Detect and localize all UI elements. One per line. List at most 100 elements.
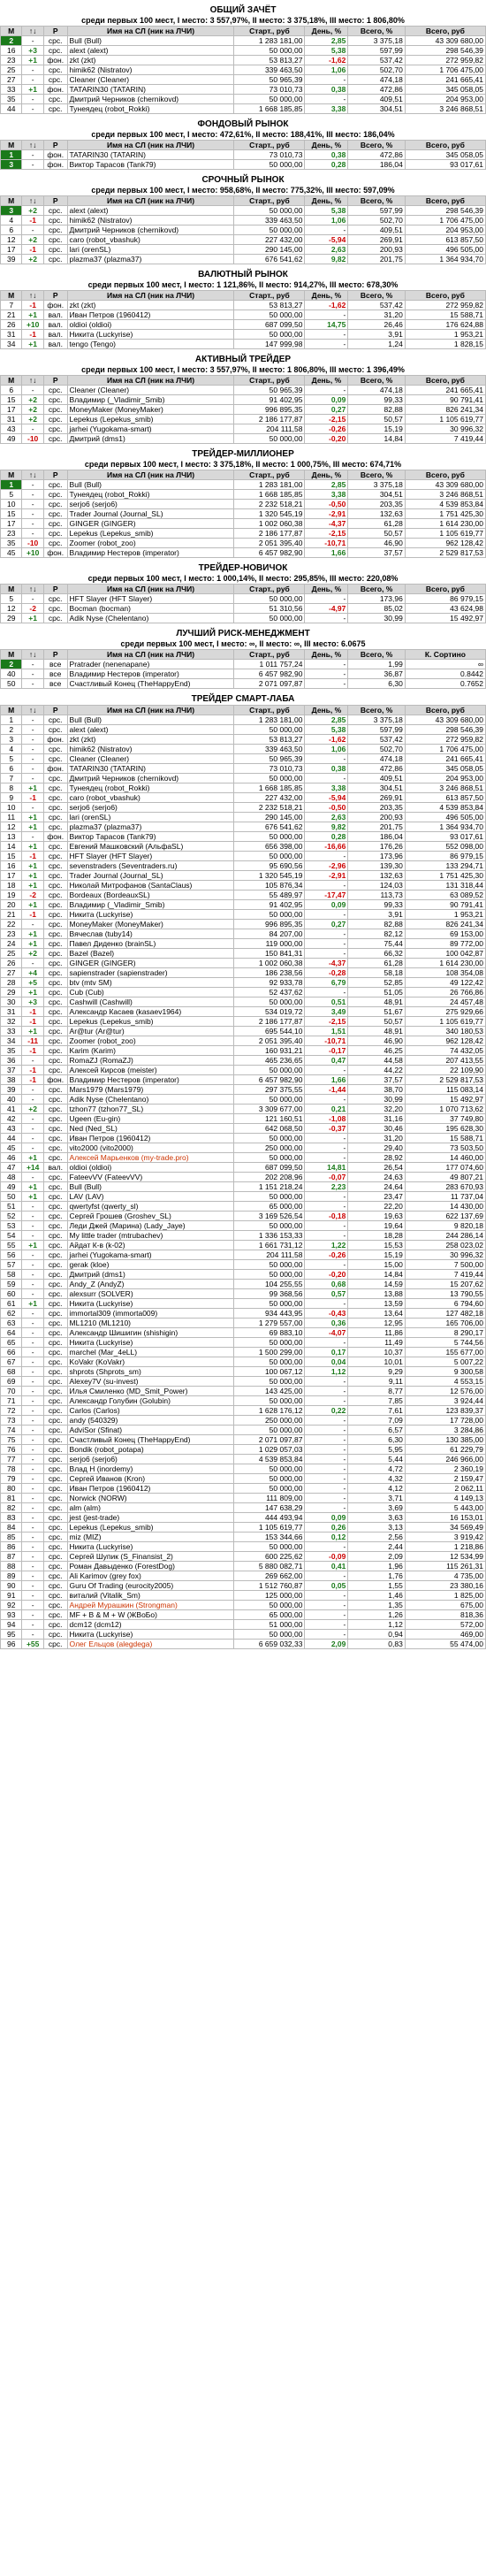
table-row[interactable]: 76- срс. Bondik (robot_potapa) 1 029 057,03… — [0, 1444, 486, 1455]
table-row[interactable]: 83- срс. jest (jest-trade) 444 493,94 0,09 3,… — [0, 1512, 486, 1523]
table-row[interactable]: 42- срс. Ugeen (Eu-gin) 121 160,51 -1,08 31,1… — [0, 1113, 486, 1124]
table-row[interactable]: 36- срс. RomaZJ (RomaZJ) 465 236,65 0,47 44,5… — [0, 1055, 486, 1066]
table-row[interactable]: 92- срс. Андрей Мурашкин (Strongman) 50 000… — [0, 1600, 486, 1610]
table-row[interactable]: 4 -1 срс. himik62 (Nistratov) 339 463,50 1,06… — [0, 215, 486, 225]
table-row[interactable]: 60- срс. alexsurr (SOLVER) 99 368,56 0,57 13,… — [0, 1288, 486, 1299]
table-row[interactable]: 27- срс. Cleaner (Cleaner) 50 965,39-474,18… — [0, 74, 486, 85]
table-row[interactable]: 5- срс. Cleaner (Cleaner) 50 965,39-474,18 2… — [0, 753, 486, 764]
table-row[interactable]: 64- срс. Александр Шишигин (shishigin) 69 8… — [0, 1327, 486, 1338]
table-row[interactable]: 96 +55 срс. Олег Ельцов (alegdega) 6 659 032… — [0, 1639, 486, 1649]
table-row[interactable]: 14 +1 срс. Евгений Машковский (АльфаSL) 656 … — [0, 841, 486, 852]
table-row[interactable]: 17 +2 срс. MoneyMaker (MoneyMaker) 996 895,3… — [0, 404, 486, 415]
table-row[interactable]: 66- срс. marchel (Mar_4eLL) 1 500 299,00 0,1… — [0, 1347, 486, 1357]
table-row[interactable]: 45- срс. vito2000 (vito2000) 250 000,00-29,… — [0, 1143, 486, 1153]
table-row[interactable]: 58- срс. Дмитрий (dms1) 50 000,00 -0,20 14,84… — [0, 1269, 486, 1280]
table-row[interactable]: 25 +2 срс. Bazel (Bazel) 150 841,31-66,32 100… — [0, 948, 486, 959]
table-row[interactable]: 50- все Счастливый Конец (TheHappyEnd) 2 07… — [0, 678, 486, 689]
table-row[interactable]: 56- срс. jarhei (Yugokama-smart) 204 111,58… — [0, 1250, 486, 1260]
table-row[interactable]: 82- срс. alm (alm) 147 638,29-3,69 5 443,00 — [0, 1502, 486, 1513]
table-row[interactable]: 5- срс. HFT Slayer (HFT Slayer) 50 000,00-1… — [0, 593, 486, 604]
table-row[interactable]: 1- срс. Bull (Bull) 1 283 181,00 2,85 3 375,1… — [0, 715, 486, 725]
table-row[interactable]: 44- срс. Иван Петров (1960412) 50 000,00-31… — [0, 1133, 486, 1143]
table-row[interactable]: 72- срс. Carlos (Carlos) 1 628 176,12 0,22 7,… — [0, 1405, 486, 1416]
table-row[interactable]: 68- срс. shprots (Shprots_sm) 100 067,12 1,1… — [0, 1366, 486, 1377]
table-row[interactable]: 1- фон. TATARIN30 (TATARIN) 73 010,73 0,38 47… — [0, 149, 486, 160]
table-row[interactable]: 91- срс. виталий (Vitalik_Sm) 125 000,00-1,… — [0, 1590, 486, 1601]
table-row[interactable]: 3 +2 срс. alext (alext) 50 000,00 5,38 597,99 2… — [0, 205, 486, 216]
table-row[interactable]: 38 -1 фон. Владимир Нестеров (imperator) 6 4… — [0, 1074, 486, 1085]
table-row[interactable]: 23- срс. Lepekus (Lepekus_smib) 2 186 177,8… — [0, 528, 486, 539]
table-row[interactable]: 23 +1 срс. Вячеслав (tuby14) 84 207,00-82,12… — [0, 929, 486, 939]
table-row[interactable]: 75- срс. Счастливый Конец (TheHappyEnd) 2 0… — [0, 1434, 486, 1445]
table-row[interactable]: 43- срс. Ned (Ned_SL) 642 068,50 -0,37 30,46 1… — [0, 1123, 486, 1134]
table-row[interactable]: 23 +1 фон. zkt (zkt) 53 813,27 -1,62 537,42 272… — [0, 55, 486, 65]
table-row[interactable]: 43- срс. jarhei (Yugokama-smart) 204 111,58… — [0, 424, 486, 434]
table-row[interactable]: 6- срс. Дмитрий Черников (chernikovd) 50 00… — [0, 225, 486, 235]
table-row[interactable]: 24 +1 срс. Павел Диденко (brainSL) 119 000,0… — [0, 938, 486, 949]
table-row[interactable]: 8 +1 срс. Тунеядец (robot_Rokki) 1 668 185,8… — [0, 783, 486, 793]
table-row[interactable]: 19 -2 срс. Bordeaux (BordeauxSL) 55 489,97 -1… — [0, 890, 486, 900]
table-row[interactable]: 25- срс. himik62 (Nistratov) 339 463,50 1,06… — [0, 65, 486, 75]
table-row[interactable]: 3- фон. Виктор Тарасов (Tank79) 50 000,00 0,… — [0, 159, 486, 170]
table-row[interactable]: 26- срс. GINGER (GINGER) 1 002 060,38 -4,37 6… — [0, 958, 486, 968]
table-row[interactable]: 52- срс. Сергей Грошев (Groshev_SL) 3 169 5… — [0, 1211, 486, 1221]
table-row[interactable]: 45 +10 фон. Владимир Нестеров (imperator) 6 … — [0, 547, 486, 558]
table-row[interactable]: 37 -1 срс. Алексей Кирсов (meister) 50 000,0… — [0, 1065, 486, 1075]
table-row[interactable]: 78- срс. Влад Н (inordemy) 50 000,00-4,72 2 … — [0, 1464, 486, 1474]
table-row[interactable]: 79- срс. Сергей Иванов (Kron) 50 000,00-4,3… — [0, 1473, 486, 1484]
table-row[interactable]: 12 -2 срс. Bocman (bocman) 51 310,56 -4,97 85,… — [0, 603, 486, 614]
table-row[interactable]: 33 +1 фон. TATARIN30 (TATARIN) 73 010,73 0,38… — [0, 84, 486, 95]
table-row[interactable]: 34 +1 вал. tengo (Tengo) 147 999,98-1,24 1 82… — [0, 339, 486, 349]
table-row[interactable]: 81- срс. Norwick (NORW) 111 809,00-3,71 4 14… — [0, 1493, 486, 1503]
table-row[interactable]: 40- срс. Adik Nyse (Chelentano) 50 000,00-3… — [0, 1094, 486, 1105]
table-row[interactable]: 71- срс. Александр Голубин (Golubin) 50 000… — [0, 1395, 486, 1406]
table-row[interactable]: 93- срс. MF + B & M + W (ЖВоБо) 65 000,00-1… — [0, 1609, 486, 1620]
table-row[interactable]: 31 +2 срс. Lepekus (Lepekus_smib) 2 186 177,… — [0, 414, 486, 424]
table-row[interactable]: 63- срс. ML1210 (ML1210) 1 279 557,00 0,36 12… — [0, 1318, 486, 1328]
table-row[interactable]: 46 +1 срс. Алексей Марьенков (my-trade.pro)… — [0, 1152, 486, 1163]
table-row[interactable]: 65- срс. Никита (Luckyrise) 50 000,00-11,49… — [0, 1337, 486, 1348]
table-row[interactable]: 21 +1 вал. Иван Петров (1960412) 50 000,00-3… — [0, 310, 486, 320]
table-row[interactable]: 28 +5 срс. btv (mtv SM) 92 933,78 6,79 52,85 49… — [0, 977, 486, 988]
table-row[interactable]: 10- срс. serjo6 (serjo6) 2 232 518,21 -0,50 2… — [0, 802, 486, 813]
table-row[interactable]: 13- фон. Виктор Тарасов (Tank79) 50 000,00 0… — [0, 831, 486, 842]
table-row[interactable]: 89- срс. Ali Karimov (grey fox) 269 662,00-… — [0, 1571, 486, 1581]
table-row[interactable]: 22- срс. MoneyMaker (MoneyMaker) 996 895,35… — [0, 919, 486, 929]
table-row[interactable]: 90- срс. Guru Of Trading (eurocity2005) 1 5… — [0, 1580, 486, 1591]
table-row[interactable]: 26 +10 вал. oldioi (oldioi) 687 099,50 14,75 2… — [0, 319, 486, 330]
table-row[interactable]: 73- срс. andy (540329) 250 000,00-7,09 17 72… — [0, 1415, 486, 1426]
table-row[interactable]: 49 -10 срс. Дмитрий (dms1) 50 000,00 -0,20 14,… — [0, 433, 486, 444]
table-row[interactable]: 3- фон. zkt (zkt) 53 813,27 -1,62 537,42 272 9… — [0, 734, 486, 745]
table-row[interactable]: 2- срс. alext (alext) 50 000,00 5,38 597,99 29… — [0, 724, 486, 735]
table-row[interactable]: 17 -1 срс. lari (orenSL) 290 145,00 2,63 200,9… — [0, 244, 486, 255]
table-row[interactable]: 6- фон. TATARIN30 (TATARIN) 73 010,73 0,38 47… — [0, 763, 486, 774]
table-row[interactable]: 17- срс. GINGER (GINGER) 1 002 060,38 -4,37 6… — [0, 518, 486, 529]
table-row[interactable]: 2- все Pratrader (nenenapane) 1 011 757,24-… — [0, 659, 486, 669]
table-row[interactable]: 4- срс. himik62 (Nistratov) 339 463,50 1,06 5… — [0, 744, 486, 754]
table-row[interactable]: 47 +14 вал. oldioi (oldioi) 687 099,50 14,81 2… — [0, 1162, 486, 1173]
table-row[interactable]: 69- срс. Alexey7V (su-invest) 50 000,00-9,1… — [0, 1376, 486, 1387]
table-row[interactable]: 49 +1 срс. Bull (Bull) 1 151 218,24 2,23 24,64… — [0, 1181, 486, 1192]
table-row[interactable]: 50 +1 срс. LAV (LAV) 50 000,00-23,47 11 737,0… — [0, 1191, 486, 1202]
table-row[interactable]: 20 +1 срс. Владимир (_Vladimir_Smib) 91 402,… — [0, 899, 486, 910]
table-row[interactable]: 27 +4 срс. sapienstrader (sapienstrader) 186… — [0, 967, 486, 978]
table-row[interactable]: 31 -1 вал. Никита (Luckyrise) 50 000,00-3,91… — [0, 329, 486, 340]
table-row[interactable]: 39 +2 срс. plazma37 (plazma37) 676 541,62 9,8… — [0, 254, 486, 264]
table-row[interactable]: 48- срс. FateevVV (FateevVV) 202 208,96 -0,0… — [0, 1172, 486, 1182]
table-row[interactable]: 61 +1 срс. Никита (Luckyrise) 50 000,00-13,5… — [0, 1298, 486, 1309]
table-row[interactable]: 80- срс. Иван Петров (1960412) 50 000,00-4,… — [0, 1483, 486, 1494]
table-row[interactable]: 51- срс. qwertyfst (qwerty_sl) 65 000,00-22… — [0, 1201, 486, 1212]
table-row[interactable]: 6- срс. Cleaner (Cleaner) 50 965,39-474,18 2… — [0, 385, 486, 395]
table-row[interactable]: 1- срс. Bull (Bull) 1 283 181,00 2,85 3 375,1… — [0, 479, 486, 490]
table-row[interactable]: 85- срс. miz (MIZ) 153 344,66 0,12 2,56 3 919,… — [0, 1532, 486, 1542]
table-row[interactable]: 40- все Владимир Нестеров (imperator) 6 457… — [0, 669, 486, 679]
table-row[interactable]: 55 +1 срс. Айдат К-в (k-02) 1 661 731,12 1,22… — [0, 1240, 486, 1250]
table-row[interactable]: 15 -1 срс. HFT Slayer (HFT Slayer) 50 000,00… — [0, 851, 486, 861]
table-row[interactable]: 34 -11 срс. Zoomer (robot_zoo) 2 051 395,40-… — [0, 1036, 486, 1046]
table-row[interactable]: 57- срс. gerak (kloe) 50 000,00-15,00 7 500,… — [0, 1259, 486, 1270]
table-row[interactable]: 88- срс. Роман Давыденко (ForestDog) 5 880 … — [0, 1561, 486, 1571]
table-row[interactable]: 16 +1 срс. sevenstraders (Seventraders.ru) 9… — [0, 860, 486, 871]
table-row[interactable]: 53- срс. Леди Джей (Марина) (Lady_Jaye) 50 … — [0, 1220, 486, 1231]
table-row[interactable]: 39- срс. Mars1979 (Mars1979) 297 375,55 -1,4… — [0, 1084, 486, 1095]
table-row[interactable]: 32 -1 срс. Lepekus (Lepekus_smib) 2 186 177,… — [0, 1016, 486, 1027]
